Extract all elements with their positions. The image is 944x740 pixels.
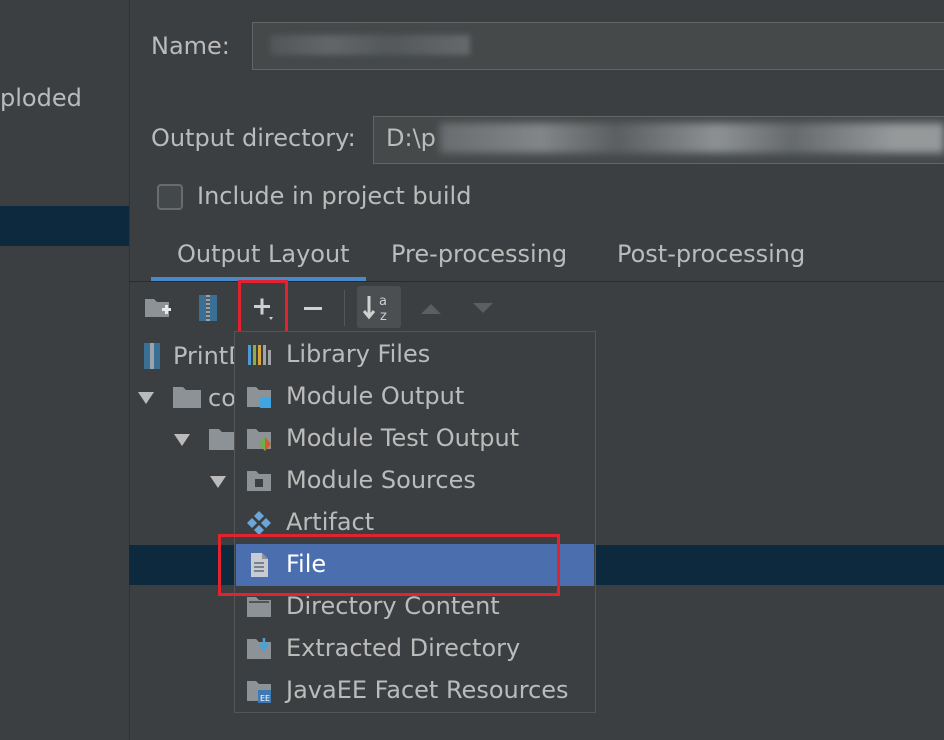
move-up-icon	[421, 304, 441, 314]
menu-item-label: Module Test Output	[286, 424, 520, 452]
remove-button[interactable]	[298, 293, 328, 323]
expand-arrow-icon[interactable]	[172, 430, 192, 450]
menu-item-label: Artifact	[286, 508, 375, 536]
remove-icon	[304, 307, 322, 310]
menu-item-extracted-directory[interactable]: Extracted Directory	[236, 628, 594, 670]
new-folder-icon	[145, 299, 171, 317]
archive-button[interactable]	[194, 293, 222, 323]
output-directory-label: Output directory:	[151, 124, 356, 152]
output-directory-value-redacted	[440, 123, 944, 153]
menu-item-module-sources[interactable]: Module Sources	[236, 460, 594, 502]
sort-icon: a z	[362, 294, 387, 324]
menu-item-label: Library Files	[286, 340, 431, 368]
menu-item-label: JavaEE Facet Resources	[286, 676, 569, 704]
svg-text:a: a	[379, 294, 387, 309]
move-down-button[interactable]	[468, 293, 498, 323]
artifact-icon	[247, 511, 271, 535]
menu-item-library-files[interactable]: Library Files	[236, 334, 594, 376]
menu-item-javaee-facet-resources[interactable]: EE JavaEE Facet Resources	[236, 670, 594, 712]
module-output-icon	[247, 387, 271, 408]
tree-item-label: co	[208, 384, 236, 412]
archive-icon	[199, 295, 217, 321]
name-value-redacted	[270, 35, 470, 55]
javaee-facet-icon: EE	[247, 681, 271, 703]
file-item-highlight	[218, 534, 560, 596]
folder-icon	[173, 387, 201, 408]
artifact-list-item-selected[interactable]	[0, 206, 129, 246]
include-in-build-label[interactable]: Include in project build	[197, 182, 471, 210]
menu-item-label: Module Output	[286, 382, 465, 410]
module-sources-icon	[247, 471, 271, 491]
expand-arrow-icon[interactable]	[136, 388, 156, 408]
add-button-highlight	[238, 280, 288, 336]
include-in-build-checkbox[interactable]	[157, 184, 183, 210]
artifact-list-item-label[interactable]: ploded	[0, 84, 82, 112]
svg-text:EE: EE	[260, 694, 270, 703]
menu-item-label: Directory Content	[286, 592, 500, 620]
menu-item-label: Extracted Directory	[286, 634, 521, 662]
menu-item-label: Module Sources	[286, 466, 476, 494]
toolbar-separator	[344, 290, 345, 326]
svg-text:z: z	[380, 309, 387, 324]
extracted-directory-icon	[247, 638, 271, 659]
sort-button[interactable]: a z	[357, 286, 401, 328]
new-folder-button[interactable]	[142, 293, 174, 323]
expand-arrow-icon[interactable]	[208, 472, 228, 492]
move-down-icon	[473, 303, 493, 313]
archive-icon	[144, 343, 160, 369]
directory-content-icon	[247, 597, 271, 617]
module-test-output-icon	[247, 429, 271, 451]
tab-post-processing[interactable]: Post-processing	[617, 240, 805, 268]
move-up-button[interactable]	[416, 293, 446, 323]
output-directory-value: D:\p	[386, 124, 436, 152]
tab-pre-processing[interactable]: Pre-processing	[391, 240, 567, 268]
add-element-menu: Library Files Module Output Module Test …	[234, 331, 596, 713]
library-icon	[248, 345, 271, 365]
tab-output-layout[interactable]: Output Layout	[177, 240, 350, 268]
name-label: Name:	[151, 32, 230, 60]
menu-item-module-output[interactable]: Module Output	[236, 376, 594, 418]
menu-item-module-test-output[interactable]: Module Test Output	[236, 418, 594, 460]
